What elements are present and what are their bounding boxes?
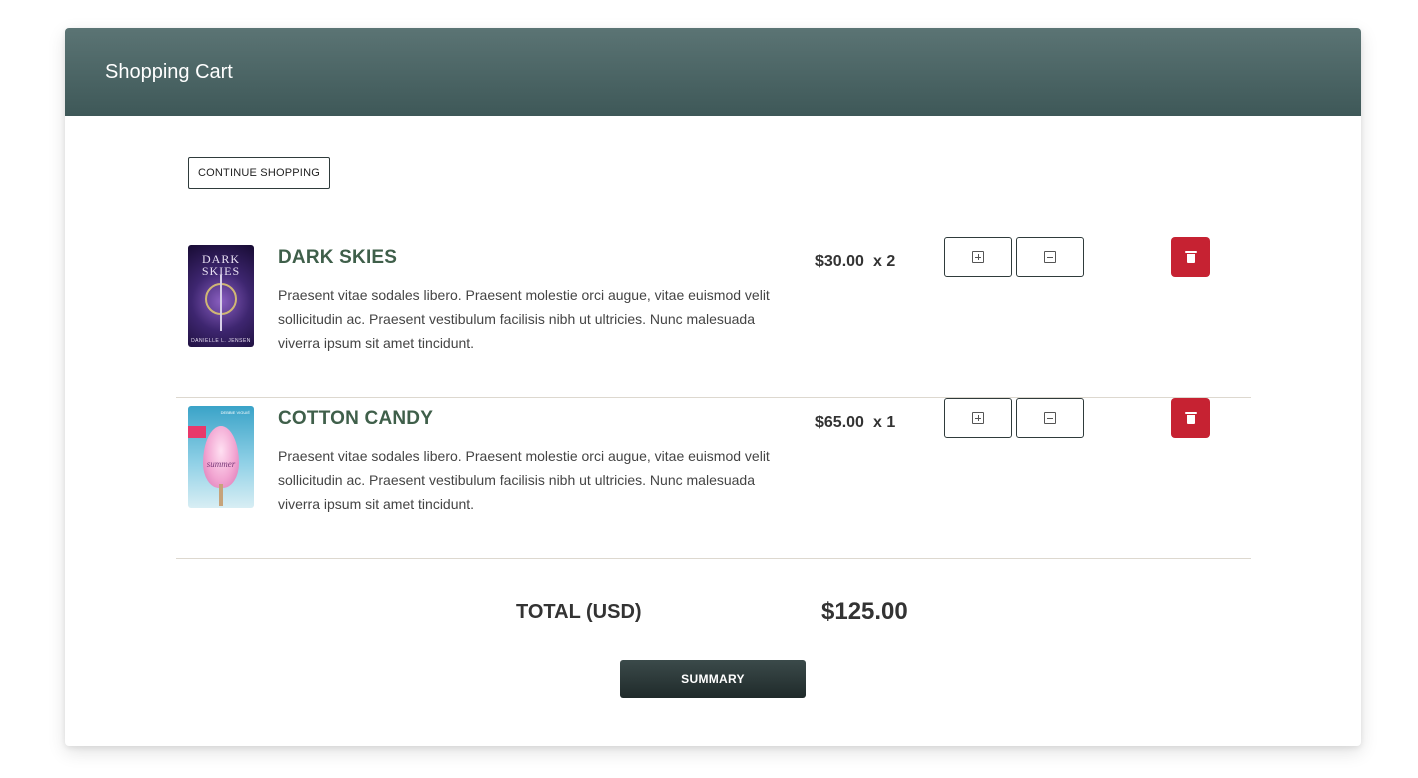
- plus-square-icon: [972, 412, 984, 424]
- cover-sword: [220, 275, 222, 331]
- cover-tag: [188, 426, 206, 438]
- product-price: $30.00: [815, 253, 864, 270]
- product-name: COTTON CANDY: [278, 408, 434, 429]
- minus-square-icon: [1044, 412, 1056, 424]
- cart-card: Shopping Cart CONTINUE SHOPPING DARK SKI…: [65, 28, 1361, 746]
- cover-stick: [219, 484, 223, 506]
- increase-quantity-button[interactable]: [944, 237, 1012, 277]
- product-price: $65.00: [815, 414, 864, 431]
- cover-cotton-candy: [203, 426, 239, 488]
- cart-header: Shopping Cart: [65, 28, 1361, 116]
- product-name: DARK SKIES: [278, 247, 398, 268]
- increase-quantity-button[interactable]: [944, 398, 1012, 438]
- continue-shopping-button[interactable]: CONTINUE SHOPPING: [188, 157, 330, 189]
- product-quantity: x 2: [873, 253, 896, 270]
- remove-item-button[interactable]: [1171, 398, 1210, 438]
- remove-item-button[interactable]: [1171, 237, 1210, 277]
- cover-author: DANIELLE L. JENSEN: [191, 338, 251, 344]
- product-quantity: x 1: [873, 414, 896, 431]
- book-cover-image: DARK SKIES DANIELLE L. JENSEN: [188, 245, 254, 347]
- trash-icon: [1184, 412, 1197, 424]
- decrease-quantity-button[interactable]: [1016, 237, 1084, 277]
- total-value: $125.00: [821, 598, 908, 625]
- page-title: Shopping Cart: [105, 60, 233, 83]
- cover-author: DEBBIE VIGUIÉ: [220, 410, 250, 415]
- cart-item: DARK SKIES DANIELLE L. JENSEN DARK SKIES…: [176, 237, 1251, 398]
- product-description: Praesent vitae sodales libero. Praesent …: [278, 448, 770, 512]
- trash-icon: [1184, 251, 1197, 263]
- book-cover-image: DEBBIE VIGUIÉ summer: [188, 406, 254, 508]
- decrease-quantity-button[interactable]: [1016, 398, 1084, 438]
- summary-button[interactable]: SUMMARY: [620, 660, 806, 698]
- cover-title: DARK SKIES: [201, 252, 241, 278]
- minus-square-icon: [1044, 251, 1056, 263]
- cover-title: summer: [206, 459, 236, 469]
- total-label: TOTAL (USD): [516, 601, 642, 623]
- cart-item: DEBBIE VIGUIÉ summer COTTON CANDY Praese…: [176, 398, 1251, 559]
- plus-square-icon: [972, 251, 984, 263]
- product-description: Praesent vitae sodales libero. Praesent …: [278, 287, 770, 351]
